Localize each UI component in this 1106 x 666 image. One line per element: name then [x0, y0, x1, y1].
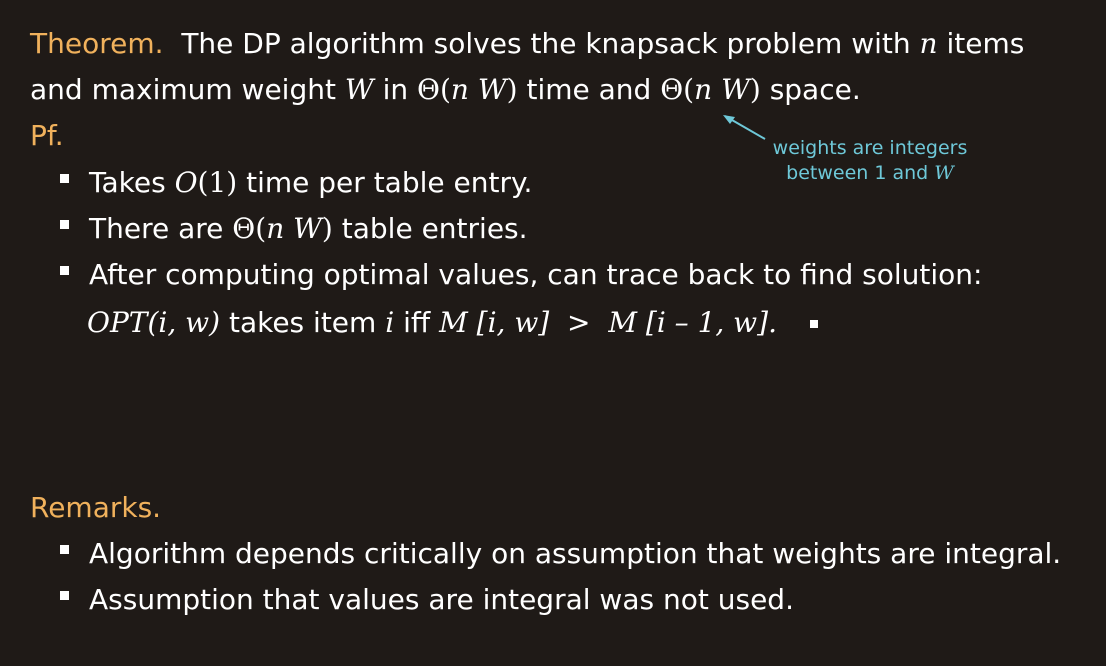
- math-args: [i, w]: [476, 306, 550, 339]
- proof-heading: Pf.: [30, 119, 64, 152]
- proof-bullet-1: Takes O(1) time per table entry.: [89, 166, 532, 200]
- math-M: M: [608, 306, 637, 339]
- math-gt: >: [567, 306, 591, 339]
- theorem-line-1: Theorem. The DP algorithm solves the kna…: [30, 27, 1024, 61]
- math-args: (i, w): [147, 306, 221, 339]
- math-W: W: [293, 212, 322, 245]
- math-W: W: [477, 73, 507, 106]
- bullet-text: time per table entry.: [246, 166, 533, 199]
- remarks-heading: Remarks.: [30, 491, 162, 524]
- math-M: M: [439, 306, 468, 339]
- math-n: n: [919, 27, 938, 60]
- bullet-marker: [60, 545, 69, 554]
- bullet-text: There are: [89, 212, 224, 245]
- math-W: W: [721, 73, 750, 106]
- theorem-text: items: [946, 27, 1025, 60]
- math-W: W: [344, 73, 374, 106]
- note-line-1: weights are integers: [772, 137, 968, 159]
- bullet-marker: [60, 174, 69, 183]
- math-opt: OPT: [87, 306, 148, 339]
- remarks-bullet-1: Algorithm depends critically on assumpti…: [89, 537, 1062, 570]
- note-text: between 1 and: [786, 162, 929, 184]
- math-paren: (1): [197, 166, 238, 199]
- theorem-text: and maximum weight: [30, 73, 336, 106]
- math-n: n: [694, 73, 713, 106]
- math-O: O: [174, 166, 198, 199]
- math-paren: ): [506, 73, 518, 106]
- remarks-bullet-2: Assumption that values are integral was …: [89, 583, 794, 616]
- theorem-text: in: [382, 73, 409, 106]
- math-theta: Θ(: [660, 73, 695, 106]
- bullet-marker: [60, 220, 69, 229]
- theorem-text: space.: [769, 73, 861, 106]
- theorem-line-2: and maximum weight W in Θ(n W) time and …: [30, 73, 861, 107]
- opt-line: OPT(i, w) takes item i iff M [i, w] > M …: [87, 306, 818, 340]
- proof-bullet-2: There are Θ(n W) table entries.: [89, 212, 528, 246]
- bullet-text: Takes: [89, 166, 166, 199]
- math-i: i: [385, 306, 395, 339]
- theorem-text: time and: [526, 73, 652, 106]
- annotation-note: weights are integers between 1 and W: [755, 136, 985, 186]
- proof-bullet-3: After computing optimal values, can trac…: [89, 258, 983, 291]
- note-line-2: between 1 and W: [755, 161, 985, 186]
- math-n: n: [450, 73, 469, 106]
- math-theta: Θ(: [232, 212, 267, 245]
- opt-text: iff: [403, 306, 431, 339]
- bullet-text: table entries.: [341, 212, 528, 245]
- theorem-heading: Theorem.: [30, 27, 164, 60]
- opt-text: takes item: [228, 306, 377, 339]
- theorem-text: The DP algorithm solves the knapsack pro…: [181, 27, 911, 60]
- math-W: W: [934, 162, 954, 184]
- math-theta: Θ(: [417, 73, 451, 106]
- math-args: [i – 1, w].: [645, 306, 777, 339]
- bullet-marker: [60, 266, 69, 275]
- bullet-marker: [60, 591, 69, 600]
- math-paren: ): [321, 212, 333, 245]
- math-n: n: [266, 212, 285, 245]
- math-paren: ): [749, 73, 761, 106]
- qed-square: [809, 320, 818, 328]
